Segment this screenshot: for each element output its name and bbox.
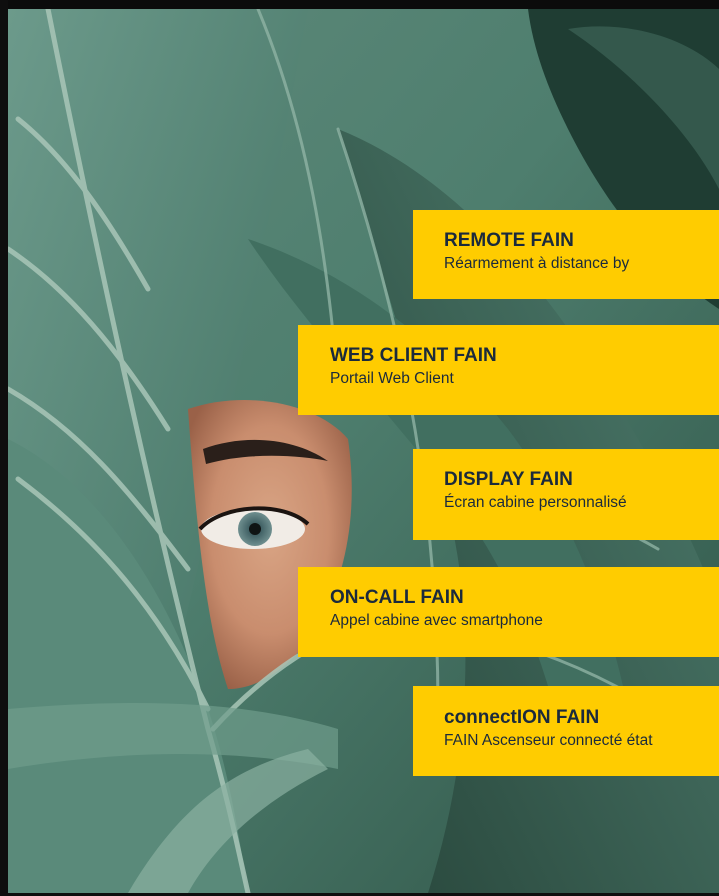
feature-card-display: DISPLAY FAIN Écran cabine personnalisé: [413, 449, 719, 540]
feature-subtitle: Réarmement à distance by: [444, 255, 630, 272]
top-frame-bar: [0, 0, 719, 9]
feature-card-on-call: ON-CALL FAIN Appel cabine avec smartphon…: [298, 567, 719, 657]
feature-title: REMOTE FAIN: [444, 230, 574, 251]
feature-title: DISPLAY FAIN: [444, 469, 573, 490]
feature-title: connectION FAIN: [444, 707, 600, 728]
left-frame-bar: [0, 0, 8, 896]
feature-subtitle: FAIN Ascenseur connecté état: [444, 732, 653, 749]
feature-subtitle: Portail Web Client: [330, 370, 454, 387]
feature-subtitle: Écran cabine personnalisé: [444, 494, 627, 511]
feature-title: ON-CALL FAIN: [330, 587, 464, 608]
feature-card-web-client: WEB CLIENT FAIN Portail Web Client: [298, 325, 719, 415]
feature-subtitle: Appel cabine avec smartphone: [330, 612, 543, 629]
feature-title: WEB CLIENT FAIN: [330, 345, 497, 366]
feature-card-connection: connectION FAIN FAIN Ascenseur connecté …: [413, 686, 719, 776]
promo-frame: REMOTE FAIN Réarmement à distance by WEB…: [0, 0, 719, 896]
feature-card-remote: REMOTE FAIN Réarmement à distance by: [413, 210, 719, 299]
